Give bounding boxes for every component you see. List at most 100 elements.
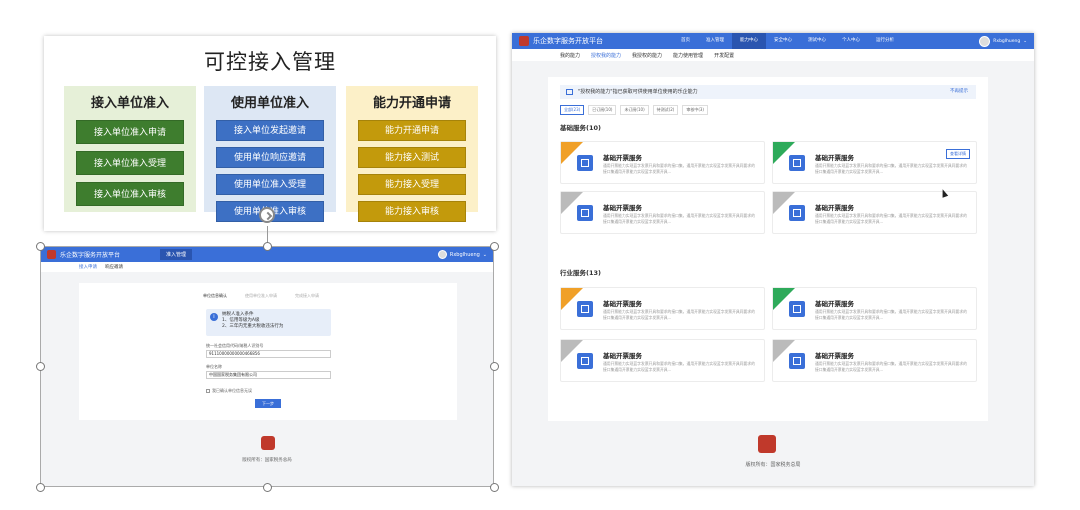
chip-icon <box>789 205 805 221</box>
service-desc: 通用开票能力实现蓝字发票开具和要求的接口集，通用开票能力实现蓝字发票开具同要求的… <box>815 163 967 174</box>
unit-name-input[interactable]: 中国国家税务集团有限公司 <box>206 371 331 379</box>
step-box: 接入单位准入受理 <box>76 151 184 175</box>
chip-icon <box>789 301 805 317</box>
service-name: 基础开票服务 <box>603 154 642 162</box>
nav-access[interactable]: 准入管理 <box>698 33 732 49</box>
confirm-checkbox[interactable]: 我已确认单位信息无误 <box>206 388 252 394</box>
column-user-access: 使用单位准入 接入单位发起邀请 使用单位响应邀请 使用单位准入受理 使用单位准入… <box>204 86 336 222</box>
service-card[interactable]: 基础开票服务 通用开票能力实现蓝字发票开具和要求的接口集，通用开票能力实现蓝字发… <box>772 141 977 184</box>
filter-reviewing[interactable]: 审核中(3) <box>682 105 708 115</box>
subnav-authorized-to-me[interactable]: 授权我的能力 <box>591 52 621 59</box>
service-name: 基础开票服务 <box>815 352 854 360</box>
step-box: 能力接入审核 <box>358 201 466 222</box>
service-card[interactable]: 基础开票服务 通用开票能力实现蓝字发票开具和要求的接口集，通用开票能力实现蓝字发… <box>560 339 765 382</box>
step-text: 单位发起邀请 <box>252 126 307 136</box>
subnav-my[interactable]: 我的能力 <box>560 52 580 59</box>
info-icon: i <box>210 313 218 321</box>
user-name: Rxbglhueng <box>449 251 480 258</box>
checkbox-label: 我已确认单位信息无误 <box>212 388 252 393</box>
step-indicator: 单位信息确认 使用单位准入申请 完成接入申请 <box>203 293 319 299</box>
resize-handle-bottom[interactable] <box>263 483 272 492</box>
rotate-icon[interactable] <box>259 207 275 223</box>
service-card[interactable]: 基础开票服务 通用开票能力实现蓝字发票开具和要求的接口集，通用开票能力实现蓝字发… <box>772 339 977 382</box>
resize-handle-left[interactable] <box>36 362 45 371</box>
service-desc: 通用开票能力实现蓝字发票开具和要求的接口集，通用开票能力实现蓝字发票开具同要求的… <box>815 309 967 320</box>
avatar <box>437 250 447 259</box>
subnav-usage[interactable]: 能力使用管理 <box>673 52 703 59</box>
section-basic: 基础服务(10) <box>560 124 601 132</box>
copyright-footer: 版权所有：国家税务总局 <box>745 462 801 468</box>
step-box: 使用单位准入受理 <box>216 174 324 195</box>
chip-icon <box>789 155 805 171</box>
chip-icon <box>577 301 593 317</box>
nav-home[interactable]: 首页 <box>673 33 698 49</box>
resize-handle-top-left[interactable] <box>36 242 45 251</box>
step-box: 使用单位响应邀请 <box>216 147 324 168</box>
service-desc: 通用开票能力实现蓝字发票开具和要求的接口集，通用开票能力实现蓝字发票开具同要求的… <box>815 213 967 224</box>
column-title: 能力开通申请 <box>372 96 451 111</box>
column-title: 接入单位准入 <box>90 96 169 111</box>
service-name: 基础开票服务 <box>603 300 642 308</box>
step-box: 能力开通申请 <box>358 120 466 141</box>
subnav-dev-config[interactable]: 开发配置 <box>714 52 734 59</box>
subnav-i-authorized[interactable]: 我授权的能力 <box>632 52 662 59</box>
filter-subscribed[interactable]: 已订阅(10) <box>588 105 617 115</box>
tax-emblem-icon <box>261 436 275 450</box>
filter-all[interactable]: 全部(23) <box>560 105 585 115</box>
credit-code-input[interactable]: 91110000000000466856 <box>206 350 331 358</box>
chip-icon <box>577 205 593 221</box>
column-unit-access: 接入单位准入 接入单位准入申请 接入单位准入受理 接入单位准入审核 <box>64 86 196 212</box>
chip-icon <box>577 155 593 171</box>
service-name: 基础开票服务 <box>603 204 642 212</box>
user-menu[interactable]: Rxbglhueng ⌄ <box>437 250 487 259</box>
checkbox-box[interactable] <box>206 389 210 393</box>
step-box: 接入单位准入审核 <box>76 182 184 206</box>
service-name: 基础开票服务 <box>815 154 854 162</box>
resize-handle-bottom-right[interactable] <box>490 483 499 492</box>
chip-icon <box>789 353 805 369</box>
capability-center-screenshot: 乐企数字服务开放平台 首页 准入管理 能力中心 安全中心 测试中心 个人中心 运… <box>512 33 1034 486</box>
chip-icon <box>577 353 593 369</box>
service-card[interactable]: 基础开票服务 通用开票能力实现蓝字发票开具和要求的接口集，通用开票能力实现蓝字发… <box>772 191 977 234</box>
nav-capability[interactable]: 能力中心 <box>732 33 766 49</box>
filter-tabs: 全部(23) 已订阅(10) 未订阅(10) 待测试(2) 审核中(3) <box>560 105 708 115</box>
nav-analytics[interactable]: 运行分析 <box>868 33 902 49</box>
subnav-apply[interactable]: 接入申请 <box>79 264 97 270</box>
brand-name: 乐企数字服务开放平台 <box>533 37 603 45</box>
access-application-screenshot[interactable]: 乐企数字服务开放平台 准入管理 Rxbglhueng ⌄ 接入申请 响应邀请 单… <box>40 246 494 487</box>
service-desc: 通用开票能力实现蓝字发票开具和要求的接口集，通用开票能力实现蓝字发票开具同要求的… <box>603 361 755 372</box>
step-2: 使用单位准入申请 <box>245 293 277 298</box>
resize-handle-right[interactable] <box>490 362 499 371</box>
dismiss-tip-link[interactable]: 不再提示 <box>950 85 968 99</box>
application-card: 单位信息确认 使用单位准入申请 完成接入申请 i 纳税人准入条件 1、信用等级为… <box>79 283 457 420</box>
tip-text: "授权我的能力"指已获取可供使用单位使用的乐企能力 <box>578 89 698 95</box>
nav-tab-access[interactable]: 准入管理 <box>160 249 193 260</box>
service-desc: 通用开票能力实现蓝字发票开具和要求的接口集，通用开票能力实现蓝字发票开具同要求的… <box>603 309 755 320</box>
step-3: 完成接入申请 <box>295 293 319 298</box>
service-card[interactable]: 基础开票服务 通用开票能力实现蓝字发票开具和要求的接口集，通用开票能力实现蓝字发… <box>560 141 765 184</box>
subnav-respond[interactable]: 响应邀请 <box>105 264 123 270</box>
subnav: 接入申请 响应邀请 <box>41 262 493 272</box>
process-slide: 可控接入管理 接入单位准入 接入单位准入申请 接入单位准入受理 接入单位准入审核… <box>44 36 496 231</box>
filter-pending-test[interactable]: 待测试(2) <box>652 105 679 115</box>
resize-handle-top-right[interactable] <box>490 242 499 251</box>
service-desc: 通用开票能力实现蓝字发票开具和要求的接口集，通用开票能力实现蓝字发票开具同要求的… <box>815 361 967 372</box>
service-card[interactable]: 基础开票服务 通用开票能力实现蓝字发票开具和要求的接口集，通用开票能力实现蓝字发… <box>560 287 765 330</box>
notice-line: 2、三年内无重大税收违法行为 <box>222 324 284 329</box>
resize-handle-bottom-left[interactable] <box>36 483 45 492</box>
next-button[interactable]: 下一步 <box>255 399 281 408</box>
filter-unsubscribed[interactable]: 未订阅(10) <box>620 105 649 115</box>
avatar <box>979 35 991 47</box>
unit-name-label: 单位名称 <box>206 364 222 369</box>
nav-test[interactable]: 测试中心 <box>800 33 834 49</box>
service-name: 基础开票服务 <box>815 204 854 212</box>
subnav: 我的能力 授权我的能力 我授权的能力 能力使用管理 开发配置 <box>512 49 1034 61</box>
service-card[interactable]: 基础开票服务 通用开票能力实现蓝字发票开具和要求的接口集，通用开票能力实现蓝字发… <box>772 287 977 330</box>
user-menu[interactable]: Rxbglhueng ⌄ <box>979 35 1027 47</box>
resize-handle-top[interactable] <box>263 242 272 251</box>
tax-logo-icon <box>47 250 56 259</box>
service-card[interactable]: 基础开票服务 通用开票能力实现蓝字发票开具和要求的接口集，通用开票能力实现蓝字发… <box>560 191 765 234</box>
view-detail-button[interactable]: 查看详情 <box>946 149 970 159</box>
nav-personal[interactable]: 个人中心 <box>834 33 868 49</box>
nav-security[interactable]: 安全中心 <box>766 33 800 49</box>
